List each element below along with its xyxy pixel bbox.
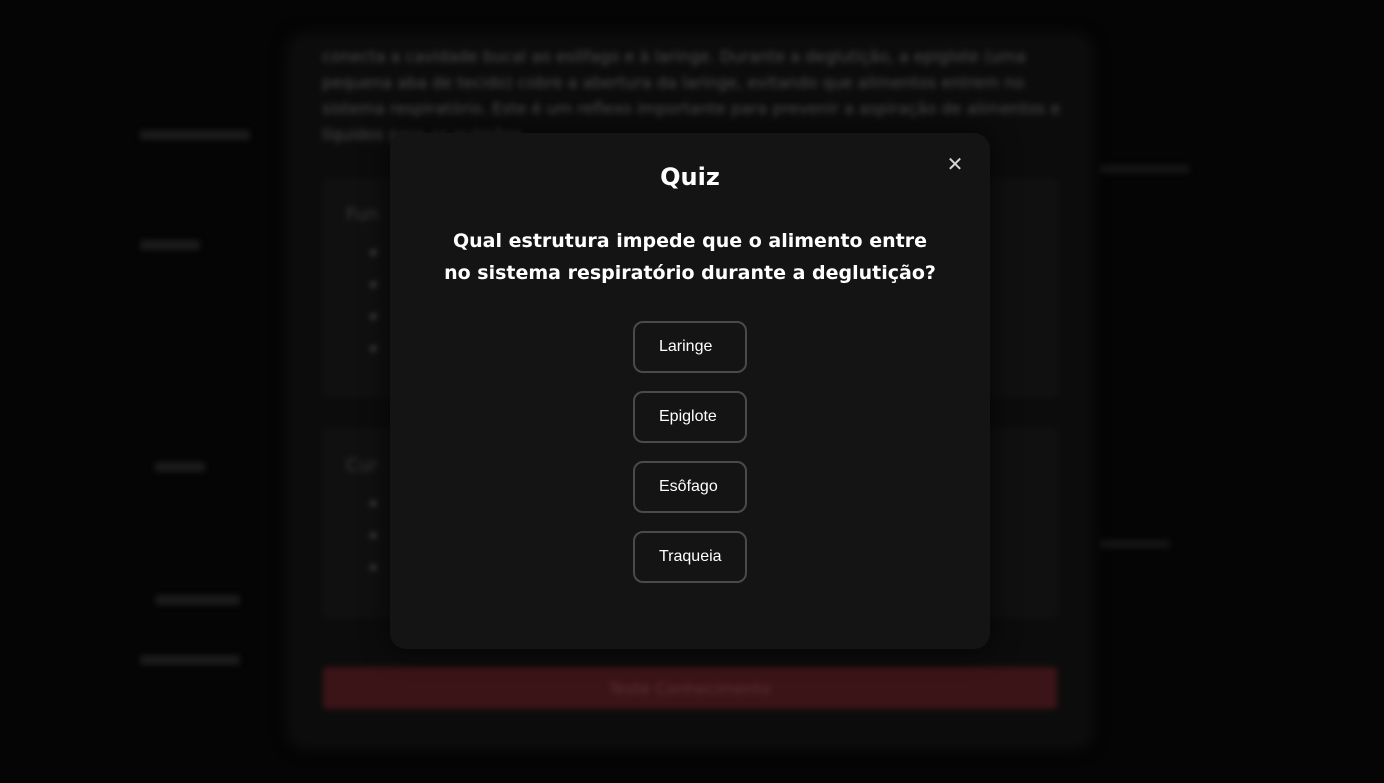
bullet-placeholder <box>370 500 377 507</box>
answer-options: Laringe Epiglote Esôfago Traqueia <box>390 321 990 583</box>
bullet-placeholder <box>370 281 377 288</box>
right-column-placeholder <box>1100 540 1170 548</box>
answer-option-traqueia[interactable]: Traqueia <box>633 531 747 583</box>
page: conecta a cavidade bucal ao esôfago e à … <box>0 0 1384 783</box>
bullet-placeholder <box>370 345 377 352</box>
bullet-placeholder <box>370 564 377 571</box>
quiz-modal: ✕ Quiz Qual estrutura impede que o alime… <box>390 133 990 649</box>
panel-title-placeholder: Fun <box>346 204 379 225</box>
panel-title-placeholder: Cur <box>346 455 378 476</box>
answer-option-epiglote[interactable]: Epiglote <box>633 391 747 443</box>
answer-option-esofago[interactable]: Esôfago <box>633 461 747 513</box>
modal-title: Quiz <box>660 163 720 191</box>
quiz-question: Qual estrutura impede que o alimento ent… <box>444 230 936 284</box>
sidebar-placeholder <box>155 462 205 472</box>
sidebar-placeholder <box>140 240 200 250</box>
sidebar-placeholder <box>140 130 250 140</box>
right-column-placeholder <box>1100 165 1190 173</box>
test-knowledge-button: Teste Conhecimento <box>323 667 1057 709</box>
sidebar-placeholder <box>155 595 240 605</box>
bullet-placeholder <box>370 532 377 539</box>
sidebar-placeholder <box>140 655 240 665</box>
bullet-placeholder <box>370 249 377 256</box>
bullet-placeholder <box>370 313 377 320</box>
answer-option-laringe[interactable]: Laringe <box>633 321 747 373</box>
